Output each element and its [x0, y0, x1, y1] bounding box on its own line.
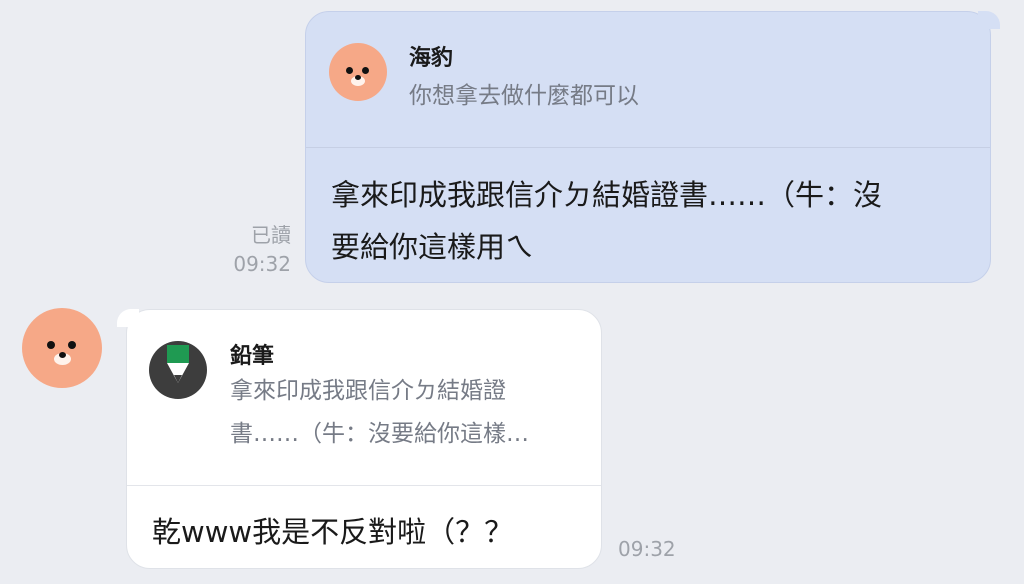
bubble-tail	[117, 309, 139, 327]
reply-sender-name: 鉛筆	[230, 344, 275, 369]
read-status: 已讀	[251, 223, 291, 247]
seal-avatar-icon[interactable]	[22, 308, 102, 388]
message-text: 乾www我是不反對啦（？？	[152, 515, 514, 549]
reply-quoted-text: 拿來印成我跟信介ㄉ結婚證 書……（牛：沒要給你這樣…	[230, 370, 580, 456]
quote-line: 書……（牛：沒要給你這樣…	[230, 421, 529, 447]
incoming-message-bubble[interactable]: 鉛筆 拿來印成我跟信介ㄉ結婚證 書……（牛：沒要給你這樣… 乾www我是不反對啦…	[117, 309, 602, 569]
reply-quoted-text: 你想拿去做什麼都可以	[409, 83, 639, 109]
outgoing-message-bubble[interactable]: 海豹 你想拿去做什麼都可以 拿來印成我跟信介ㄉ結婚證書……（牛：沒 要給你這樣用…	[305, 11, 1000, 283]
message-timestamp: 09:32	[233, 252, 291, 276]
message-text-line: 要給你這樣用ㄟ	[331, 230, 535, 264]
reply-divider	[127, 485, 601, 486]
quote-line: 拿來印成我跟信介ㄉ結婚證	[230, 378, 506, 404]
message-text: 拿來印成我跟信介ㄉ結婚證書……（牛：沒 要給你這樣用ㄟ	[331, 169, 981, 273]
bubble-tail	[978, 11, 1000, 29]
message-timestamp: 09:32	[618, 537, 676, 561]
seal-avatar-icon	[329, 43, 387, 101]
reply-divider	[306, 147, 990, 148]
message-text-line: 拿來印成我跟信介ㄉ結婚證書……（牛：沒	[331, 178, 883, 212]
pencil-avatar-icon	[149, 341, 207, 399]
reply-sender-name: 海豹	[409, 46, 454, 71]
